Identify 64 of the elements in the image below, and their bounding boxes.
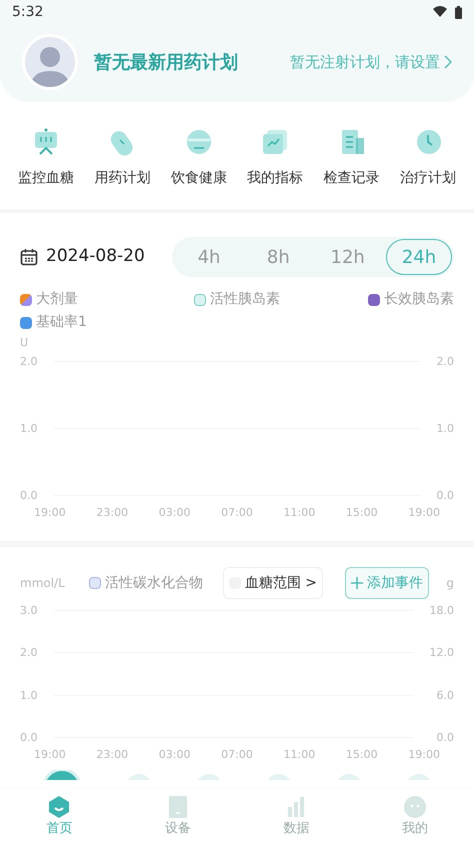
shortcut-button[interactable]: 用药计划 (94, 126, 150, 189)
clock: 5:32 (12, 2, 44, 22)
shortcut-button[interactable]: 治疗计划 (400, 126, 456, 189)
set-plan-link[interactable]: 暂无注射计划，请设置 (290, 50, 452, 74)
axis-label: 15:00 (346, 747, 378, 763)
axis-label: 03:00 (158, 504, 190, 520)
add-event-button[interactable]: 添加事件 (344, 567, 429, 599)
range-tab[interactable]: 24h (386, 239, 452, 275)
axis-label: 03:00 (158, 747, 190, 763)
axis-label: 11:00 (284, 504, 316, 520)
nav-tab[interactable]: 我的 (402, 794, 428, 838)
axis-label: 0.0 (20, 490, 38, 500)
axis-label: 07:00 (221, 504, 253, 520)
wifi-icon (433, 6, 447, 18)
legend-label: 大剂量 (36, 290, 78, 309)
axis-label: 19:00 (408, 747, 440, 763)
axis-label: 0.0 (436, 732, 454, 743)
unit-label: mmol/L (20, 575, 65, 592)
axis-label: 12.0 (430, 647, 454, 658)
nav-tab[interactable]: 数据 (283, 794, 310, 838)
plan-title: 暂无最新用药计划 (94, 50, 238, 74)
nav-tab[interactable]: 设备 (164, 794, 191, 838)
axis-label: 0.0 (436, 490, 454, 500)
axis-label: 0.0 (20, 732, 38, 743)
face-icon (402, 794, 427, 818)
axis-label: 15:00 (346, 504, 378, 520)
legend-label: 活性胰岛素 (210, 290, 280, 309)
shortcut-button[interactable]: 饮食健康 (170, 126, 227, 189)
axis-label: 2.0 (436, 356, 454, 366)
unit-label: U (19, 335, 30, 351)
unit-label: g (446, 575, 454, 592)
axis-label: 2.0 (20, 356, 38, 366)
calendar-icon[interactable] (20, 248, 38, 266)
axis-label: 1.0 (436, 422, 454, 434)
range-tab[interactable]: 8h (247, 239, 310, 275)
glucose-range-toggle[interactable]: 血糖范围 > (222, 567, 323, 599)
axis-label: 1.0 (20, 690, 38, 701)
legend-swatch (88, 577, 101, 589)
shortcut-button[interactable]: 检查记录 (324, 126, 380, 189)
axis-label: 19:00 (34, 747, 66, 763)
axis-label: 2.0 (20, 647, 38, 658)
axis-label: 11:00 (284, 747, 316, 763)
axis-label: 3.0 (20, 605, 38, 616)
date-label[interactable]: 2024-08-20 (46, 244, 145, 270)
legend-label: 长效胰岛素 (384, 290, 454, 309)
axis-label: 18.0 (430, 605, 454, 616)
plus-icon (350, 577, 363, 589)
axis-label: 19:00 (408, 504, 440, 520)
shortcut-button[interactable]: 监控血糖 (18, 126, 74, 189)
axis-label: 07:00 (221, 747, 253, 763)
legend-label: 基础率1 (36, 313, 87, 332)
battery-icon (455, 6, 462, 18)
shortcut-button[interactable]: 我的指标 (247, 126, 304, 189)
legend-label: 活性碳水化合物 (104, 574, 203, 592)
axis-label: 23:00 (96, 747, 128, 763)
range-tab[interactable]: 12h (316, 239, 379, 275)
axis-label: 23:00 (96, 504, 128, 520)
axis-label: 1.0 (20, 422, 38, 434)
axis-label: 6.0 (436, 690, 454, 701)
axis-label: 19:00 (34, 504, 66, 520)
nav-tab[interactable]: 首页 (46, 794, 72, 838)
chevron-right-icon (444, 55, 452, 69)
home-icon (47, 794, 72, 818)
range-tab[interactable]: 4h (178, 239, 240, 275)
